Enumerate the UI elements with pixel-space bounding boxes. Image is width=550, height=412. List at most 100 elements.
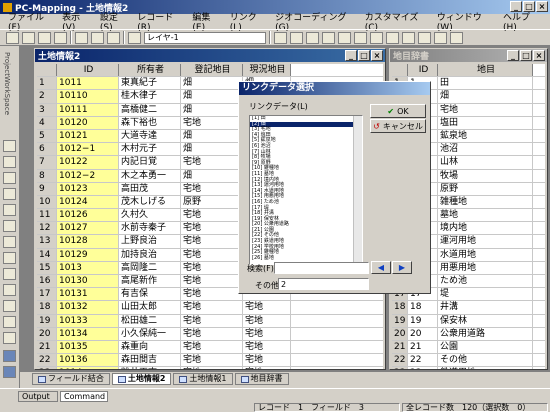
main-window-row[interactable]: 231014粉井正志宅地宅地 bbox=[37, 367, 383, 369]
document-tab-2[interactable]: 土地情報1 bbox=[173, 373, 233, 385]
ok-button[interactable]: ✔ OK bbox=[370, 104, 426, 118]
land-dict-close-button[interactable]: × bbox=[533, 50, 545, 61]
side-tool-icon-12[interactable] bbox=[3, 316, 16, 328]
main-window-row-number[interactable]: 13 bbox=[37, 235, 57, 248]
main-window-row[interactable]: 18 10132 山田太郎 宅地 宅地 bbox=[37, 301, 383, 315]
document-tab-1[interactable]: 土地情報2 bbox=[111, 373, 172, 385]
main-window-row-number[interactable]: 14 bbox=[37, 248, 57, 261]
document-tab-3[interactable]: 地目辞書 bbox=[234, 373, 289, 385]
right-window-corner[interactable] bbox=[392, 64, 408, 77]
tool-icon-7[interactable] bbox=[370, 31, 383, 44]
cancel-button[interactable]: ↺ キャンセル bbox=[370, 119, 426, 133]
side-tool-icon-11[interactable] bbox=[3, 300, 16, 312]
main-window-column-header[interactable]: ID bbox=[57, 64, 119, 77]
main-window-row-number[interactable]: 22 bbox=[37, 354, 57, 367]
side-tool-icon-5[interactable] bbox=[3, 204, 16, 216]
land-info-maximize-button[interactable]: □ bbox=[358, 50, 370, 61]
link-data-scrollbar[interactable] bbox=[353, 116, 362, 264]
main-window-row[interactable]: 22 10136 森田間吉 宅地 宅地 bbox=[37, 354, 383, 368]
side-tool-icon-7[interactable] bbox=[3, 236, 16, 248]
main-window-row-number[interactable]: 9 bbox=[37, 182, 57, 195]
save-icon[interactable] bbox=[38, 31, 51, 44]
main-window-row-number[interactable]: 1 bbox=[37, 77, 57, 90]
right-window-row[interactable]: 22 22 その他 bbox=[392, 354, 545, 368]
tool-icon-10[interactable] bbox=[418, 31, 431, 44]
main-window-row[interactable]: 21 10135 森重向 宅地 宅地 bbox=[37, 340, 383, 355]
side-tool-icon-4[interactable] bbox=[3, 188, 16, 200]
open-folder-icon[interactable] bbox=[22, 31, 35, 44]
side-tool-icon-2[interactable] bbox=[3, 156, 16, 168]
side-tool-icon-9[interactable] bbox=[3, 268, 16, 280]
layer-select[interactable]: レイヤ-1 bbox=[144, 31, 266, 44]
output-tab[interactable]: Output bbox=[18, 391, 58, 402]
print-icon[interactable] bbox=[54, 31, 67, 44]
command-tab[interactable]: Command bbox=[60, 391, 108, 402]
copy-icon[interactable] bbox=[75, 31, 88, 44]
paste-icon[interactable] bbox=[91, 31, 104, 44]
main-window-row-number[interactable]: 12 bbox=[37, 222, 57, 235]
tool-icon-4[interactable] bbox=[322, 31, 335, 44]
tool-icon-8[interactable] bbox=[386, 31, 399, 44]
right-window-row-number[interactable]: 21 bbox=[392, 340, 408, 354]
tool-icon-1[interactable] bbox=[274, 31, 287, 44]
main-window-row-number[interactable]: 19 bbox=[37, 314, 57, 327]
main-window-row-number[interactable]: 11 bbox=[37, 209, 57, 222]
tool-icon-2[interactable] bbox=[290, 31, 303, 44]
right-window-column-header[interactable]: ID bbox=[408, 64, 438, 77]
main-window-row-number[interactable]: 20 bbox=[37, 327, 57, 340]
main-window-row-number[interactable]: 8 bbox=[37, 169, 57, 182]
land-dict-minimize-button[interactable]: _ bbox=[507, 50, 519, 61]
tool-icon-12[interactable] bbox=[450, 31, 463, 44]
right-window-row-number[interactable]: 22 bbox=[392, 354, 408, 367]
tool-icon-6[interactable] bbox=[354, 31, 367, 44]
land-info-minimize-button[interactable]: _ bbox=[345, 50, 357, 61]
layer-icon[interactable] bbox=[128, 31, 141, 44]
side-tool-icon-15[interactable] bbox=[3, 366, 16, 378]
document-tab-0[interactable]: フィールド結合 bbox=[32, 373, 110, 385]
right-window-row[interactable]: 21 21 公園 bbox=[392, 340, 545, 355]
main-window-column-header[interactable]: 所有者 bbox=[119, 64, 181, 77]
right-window-row-number[interactable]: 19 bbox=[392, 314, 408, 327]
side-tool-icon-14[interactable] bbox=[3, 350, 16, 362]
right-window-row[interactable]: 20 20 公衆用道路 bbox=[392, 327, 545, 341]
right-window-row[interactable]: 19 19 保安林 bbox=[392, 314, 545, 328]
main-window-row[interactable]: 20 10134 小久保純一 宅地 宅地 bbox=[37, 327, 383, 341]
main-window-row-number[interactable]: 5 bbox=[37, 129, 57, 143]
other-input[interactable]: 2 bbox=[278, 278, 369, 290]
right-window-row[interactable]: 2323鉄道用地 bbox=[392, 367, 545, 369]
side-tool-icon-13[interactable] bbox=[3, 332, 16, 344]
link-data-list[interactable]: [1] 田 [2] 畑 [3] 宅地 [4] 塩田 [5] 鉱泉地 [6] 池沼 [7] 山… bbox=[249, 115, 363, 265]
main-window-column-header[interactable]: 現況地目 bbox=[243, 64, 291, 77]
main-window-row-number[interactable]: 21 bbox=[37, 340, 57, 354]
side-tool-icon-3[interactable] bbox=[3, 172, 16, 184]
side-tool-icon-8[interactable] bbox=[3, 252, 16, 264]
main-window-row-number[interactable]: 23 bbox=[37, 367, 57, 369]
main-window-row-number[interactable]: 16 bbox=[37, 275, 57, 288]
right-window-row-number[interactable]: 20 bbox=[392, 327, 408, 340]
main-window-column-header[interactable]: 登記地目 bbox=[181, 64, 243, 77]
right-window-row-number[interactable]: 23 bbox=[392, 367, 408, 369]
right-window-row-number[interactable]: 18 bbox=[392, 301, 408, 314]
link-data-list-item[interactable]: [26] 墓地 bbox=[250, 255, 362, 262]
main-window-row-number[interactable]: 4 bbox=[37, 116, 57, 129]
tool-icon-11[interactable] bbox=[434, 31, 447, 44]
land-dict-maximize-button[interactable]: □ bbox=[520, 50, 532, 61]
land-info-close-button[interactable]: × bbox=[371, 50, 383, 61]
main-window-row-number[interactable]: 3 bbox=[37, 103, 57, 116]
right-window-row[interactable]: 18 18 井溝 bbox=[392, 301, 545, 315]
tool-icon-9[interactable] bbox=[402, 31, 415, 44]
main-window-row-number[interactable]: 7 bbox=[37, 156, 57, 169]
tool-icon-3[interactable] bbox=[306, 31, 319, 44]
main-window-row-number[interactable]: 15 bbox=[37, 261, 57, 274]
main-window-row-number[interactable]: 6 bbox=[37, 143, 57, 156]
tool-icon-5[interactable] bbox=[338, 31, 351, 44]
main-window-row[interactable]: 19 10133 松田雄二 宅地 宅地 bbox=[37, 314, 383, 328]
main-window-row-number[interactable]: 2 bbox=[37, 90, 57, 103]
new-file-icon[interactable] bbox=[6, 31, 19, 44]
side-tool-icon-6[interactable] bbox=[3, 220, 16, 232]
search-prev-button[interactable]: ◀ bbox=[371, 261, 391, 274]
right-window-column-header[interactable]: 地目 bbox=[438, 64, 533, 77]
search-next-button[interactable]: ▶ bbox=[392, 261, 412, 274]
main-window-row-number[interactable]: 10 bbox=[37, 195, 57, 209]
side-tool-icon-10[interactable] bbox=[3, 284, 16, 296]
